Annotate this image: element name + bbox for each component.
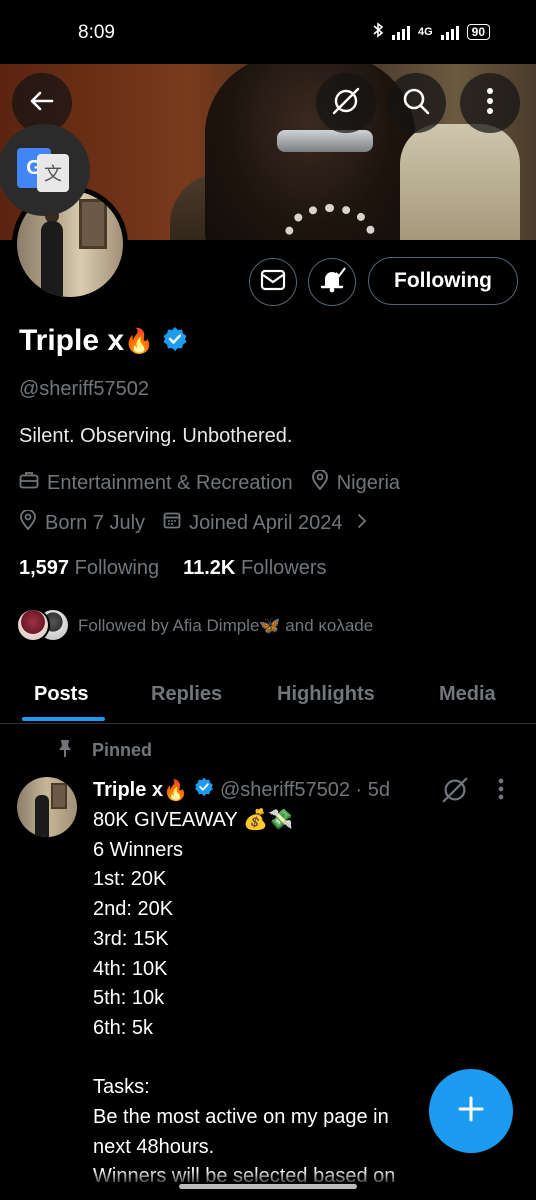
profile-handle: @sheriff57502: [19, 378, 150, 400]
post-header: Triple x 🔥 @sheriff57502 · 5d: [93, 777, 390, 803]
verified-badge-icon: [194, 777, 214, 803]
following-count-link[interactable]: 1,597 Following: [19, 557, 159, 580]
search-button[interactable]: [386, 73, 446, 133]
google-translate-bubble[interactable]: G 文: [0, 124, 90, 216]
category-text: Entertainment & Recreation: [47, 471, 293, 494]
following-button[interactable]: Following: [368, 257, 518, 305]
more-options-button[interactable]: [460, 73, 520, 133]
grok-icon[interactable]: [440, 775, 470, 810]
post-author-name[interactable]: Triple x: [93, 779, 163, 802]
name-emoji: 🔥: [124, 327, 154, 355]
grok-button[interactable]: [316, 73, 376, 133]
post-more-icon[interactable]: [498, 778, 504, 805]
tab-highlights[interactable]: Highlights: [277, 664, 375, 724]
bluetooth-icon: [372, 22, 384, 41]
followed-by-avatars: [16, 608, 70, 644]
following-count: 1,597: [19, 557, 70, 579]
verified-badge-icon[interactable]: [162, 326, 188, 357]
location-text: Nigeria: [336, 471, 401, 494]
notifications-button[interactable]: [308, 258, 356, 306]
more-vertical-icon: [486, 87, 494, 120]
tab-replies[interactable]: Replies: [151, 664, 222, 724]
followed-by-text: Followed by Afia Dimple🦋 and κoλade: [78, 616, 374, 635]
profile-tabs: Posts Replies Highlights Media: [0, 664, 536, 724]
follow-counts: 1,597 Following 11.2K Followers: [19, 557, 327, 580]
joined-item[interactable]: Joined April 2024: [163, 511, 366, 535]
compose-post-button[interactable]: [429, 1069, 513, 1153]
location-pin-icon: [311, 469, 329, 496]
post-author-emoji: 🔥: [163, 779, 188, 802]
followers-count-link[interactable]: 11.2K Followers: [183, 557, 326, 580]
bell-subscribed-icon: [317, 265, 347, 300]
google-translate-icon: G 文: [17, 148, 71, 192]
back-arrow-icon: [28, 87, 56, 120]
tab-posts[interactable]: Posts: [34, 664, 88, 724]
profile-meta-row-2: Born 7 July Joined April 2024: [19, 509, 377, 536]
category-item: Entertainment & Recreation: [19, 471, 293, 495]
mail-icon: [260, 269, 286, 296]
grok-icon: [330, 85, 362, 122]
birthday-text: Born 7 July: [45, 511, 146, 534]
banner-art: [277, 130, 373, 152]
location-item: Nigeria: [311, 469, 401, 496]
display-name-row: Triple x 🔥: [19, 324, 188, 358]
following-label: Following: [74, 557, 160, 579]
pinned-label: Pinned: [92, 740, 153, 760]
status-bar: 8:09 4G 90: [0, 0, 536, 64]
status-time: 8:09: [78, 22, 115, 43]
search-icon: [401, 86, 431, 121]
location-pin-icon: [19, 509, 37, 536]
calendar-icon: [163, 511, 181, 535]
active-tab-indicator: [22, 717, 105, 721]
gesture-navigation-bar[interactable]: [179, 1184, 357, 1189]
avatar: [16, 608, 50, 642]
post-author-avatar[interactable]: [17, 777, 77, 837]
signal-icon: [391, 24, 410, 40]
followers-label: Followers: [240, 557, 327, 579]
chevron-right-icon: [357, 512, 367, 535]
message-button[interactable]: [249, 258, 297, 306]
briefcase-icon: [19, 471, 39, 495]
plus-icon: [456, 1094, 486, 1129]
status-icons: 4G 90: [372, 22, 490, 41]
followers-count: 11.2K: [183, 557, 236, 579]
battery-indicator: 90: [466, 23, 490, 40]
signal-icon-2: [440, 24, 459, 40]
banner-art: [400, 124, 520, 240]
followed-by-row[interactable]: Followed by Afia Dimple🦋 and κoλade: [16, 608, 373, 644]
birthday-item: Born 7 July: [19, 509, 146, 536]
network-type-label: 4G: [417, 25, 433, 38]
pinned-label-row: Pinned: [56, 738, 152, 763]
translate-glyph-tile: 文: [37, 154, 69, 192]
pin-icon: [56, 738, 74, 763]
post-handle-time: @sheriff57502 · 5d: [219, 778, 390, 801]
profile-bio: Silent. Observing. Unbothered.: [19, 425, 293, 447]
profile-meta-row: Entertainment & Recreation Nigeria: [19, 469, 410, 496]
joined-text: Joined April 2024: [189, 511, 343, 534]
display-name: Triple x: [19, 324, 125, 357]
tab-media[interactable]: Media: [439, 664, 496, 724]
